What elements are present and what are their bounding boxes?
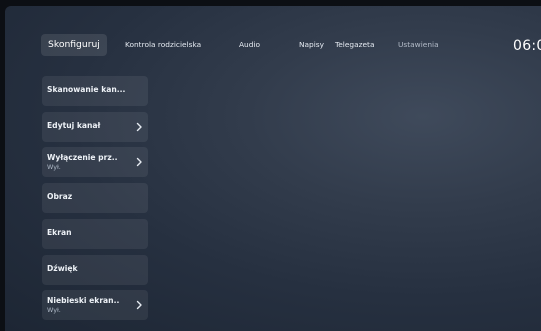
menu-item-obraz[interactable]: Obraz xyxy=(42,183,148,213)
settings-tab-bar: Skonfiguruj Kontrola rodzicielska Audio … xyxy=(41,34,541,64)
chevron-right-icon xyxy=(136,122,142,132)
menu-item-value: Wył. xyxy=(47,306,61,314)
menu-item-label: Skanowanie kan... xyxy=(47,85,126,94)
tab-skonfiguruj[interactable]: Skonfiguruj xyxy=(41,34,107,56)
menu-item-label: Edytuj kanał xyxy=(47,121,101,130)
chevron-right-icon xyxy=(136,300,142,310)
menu-item-label: Wyłączenie prz.. xyxy=(47,153,118,162)
chevron-right-icon xyxy=(136,157,142,167)
menu-item-label: Obraz xyxy=(47,192,73,201)
menu-item-niebieski-ekran[interactable]: Niebieski ekran.. Wył. xyxy=(42,290,148,320)
menu-item-edytuj-kanal[interactable]: Edytuj kanał xyxy=(42,112,148,142)
tab-napisy[interactable]: Napisy xyxy=(299,34,324,56)
menu-item-skanowanie-kanalow[interactable]: Skanowanie kan... xyxy=(42,76,148,106)
menu-item-label: Ekran xyxy=(47,228,72,237)
menu-item-label: Dźwięk xyxy=(47,264,78,273)
menu-item-dzwiek[interactable]: Dźwięk xyxy=(42,255,148,285)
tab-telegazeta[interactable]: Telegazeta xyxy=(335,34,374,56)
clock: 06:00 xyxy=(513,38,541,54)
tab-audio[interactable]: Audio xyxy=(239,34,260,56)
menu-item-wylaczenie-przy-braku-sygnalu[interactable]: Wyłączenie prz.. Wył. xyxy=(42,147,148,177)
menu-item-ekran[interactable]: Ekran xyxy=(42,219,148,249)
menu-item-label: Niebieski ekran.. xyxy=(47,296,120,305)
tab-ustawienia[interactable]: Ustawienia xyxy=(398,34,460,56)
tv-settings-screen: Skonfiguruj Kontrola rodzicielska Audio … xyxy=(5,6,541,331)
tab-kontrola-rodzicielska[interactable]: Kontrola rodzicielska xyxy=(125,34,201,56)
menu-item-value: Wył. xyxy=(47,163,61,171)
